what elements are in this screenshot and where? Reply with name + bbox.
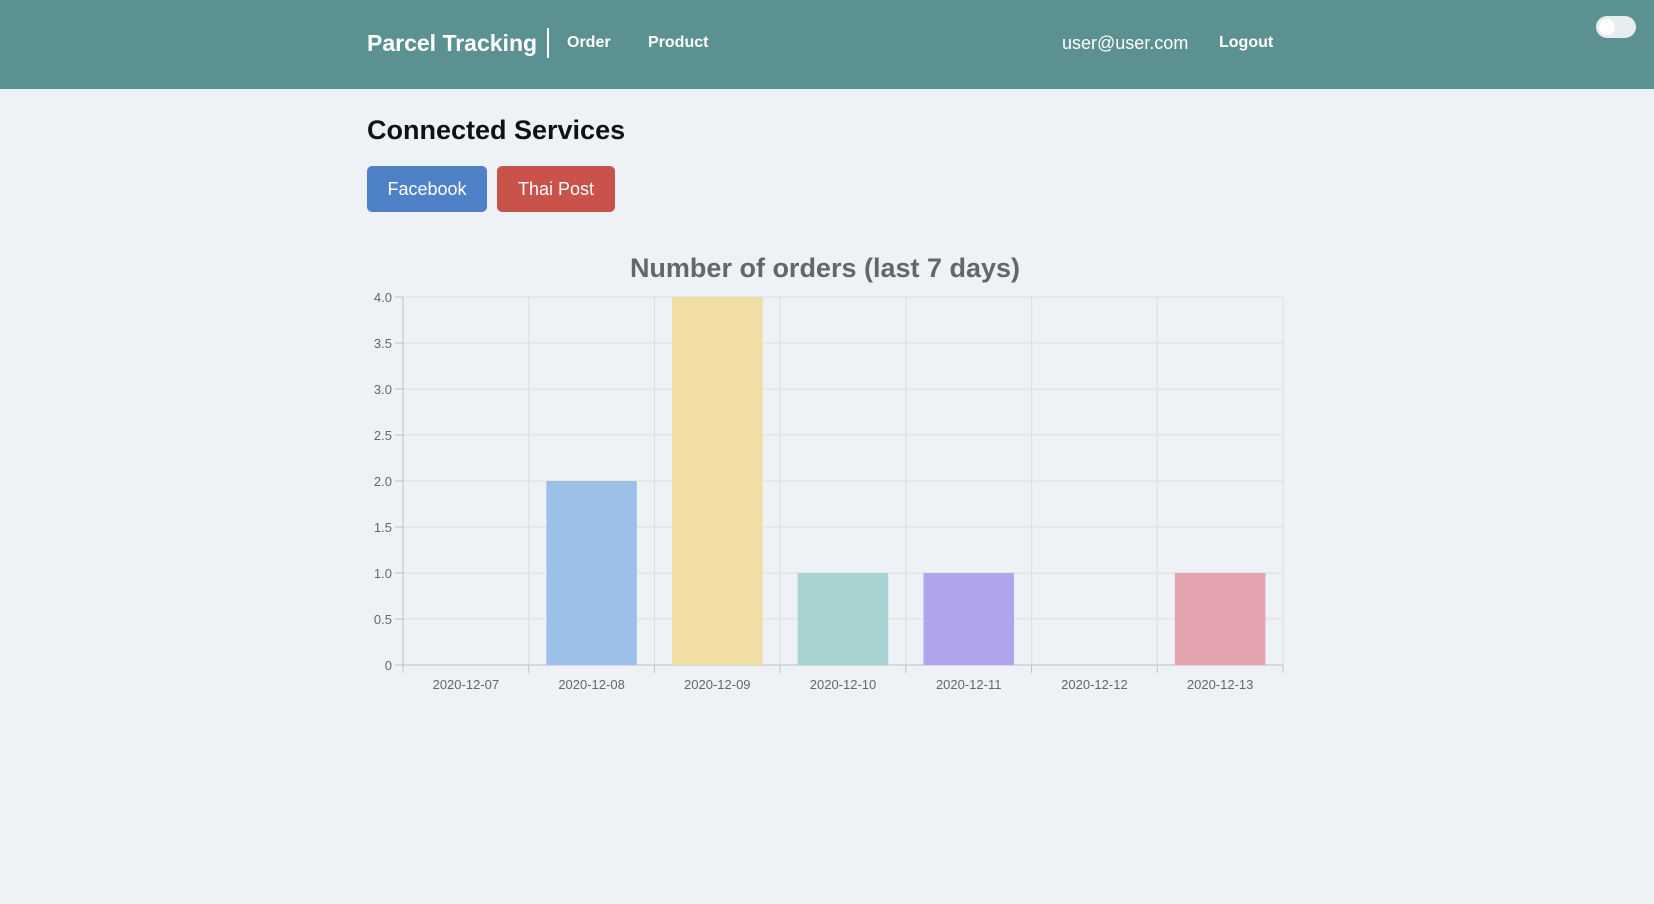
user-email: user@user.com (1062, 33, 1189, 53)
facebook-button[interactable]: Facebook (367, 166, 487, 212)
page-title: Connected Services (367, 115, 626, 145)
y-tick-label: 4.0 (374, 290, 392, 305)
y-tick-label: 0 (385, 658, 392, 673)
y-tick-label: 2.5 (374, 428, 392, 443)
logout-link[interactable]: Logout (1219, 33, 1273, 53)
chart-svg: 0 0.5 1.0 1.5 2.0 2.5 3.0 3.5 4.0 2020-12-07 2020-… (374, 253, 1284, 692)
x-tick-label: 2020-12-10 (810, 677, 877, 692)
y-tick-label: 2.0 (374, 474, 392, 489)
thai-post-button[interactable]: Thai Post (497, 166, 615, 212)
x-tick-label: 2020-12-09 (684, 677, 751, 692)
bar-2020-12-10 (797, 573, 889, 665)
x-tick-label: 2020-12-13 (1187, 677, 1254, 692)
x-tick-label: 2020-12-07 (433, 677, 500, 692)
y-tick-label: 1.0 (374, 566, 392, 581)
x-tick-label: 2020-12-08 (558, 677, 625, 692)
nav-link-product[interactable]: Product (648, 33, 708, 53)
y-tick-label: 3.0 (374, 382, 392, 397)
nav-link-order[interactable]: Order (567, 33, 611, 53)
toggle-knob (1599, 19, 1615, 35)
bar-2020-12-08 (546, 481, 637, 665)
chart-title: Number of orders (last 7 days) (630, 253, 1020, 283)
x-tick-label: 2020-12-11 (936, 677, 1002, 692)
brand-logo[interactable]: Parcel Tracking (367, 28, 550, 58)
theme-toggle[interactable] (1596, 16, 1636, 38)
navbar: Parcel Tracking Order Product user@user.… (0, 0, 1654, 89)
y-tick-label: 3.5 (374, 336, 392, 351)
y-tick-label: 0.5 (374, 612, 392, 627)
bar-2020-12-09 (672, 297, 763, 665)
orders-chart: 0 0.5 1.0 1.5 2.0 2.5 3.0 3.5 4.0 2020-12-07 2020-… (350, 240, 1290, 700)
y-tick-label: 1.5 (374, 520, 392, 535)
x-tick-label: 2020-12-12 (1061, 677, 1128, 692)
bar-2020-12-13 (1174, 573, 1266, 665)
bar-2020-12-11 (923, 573, 1014, 665)
